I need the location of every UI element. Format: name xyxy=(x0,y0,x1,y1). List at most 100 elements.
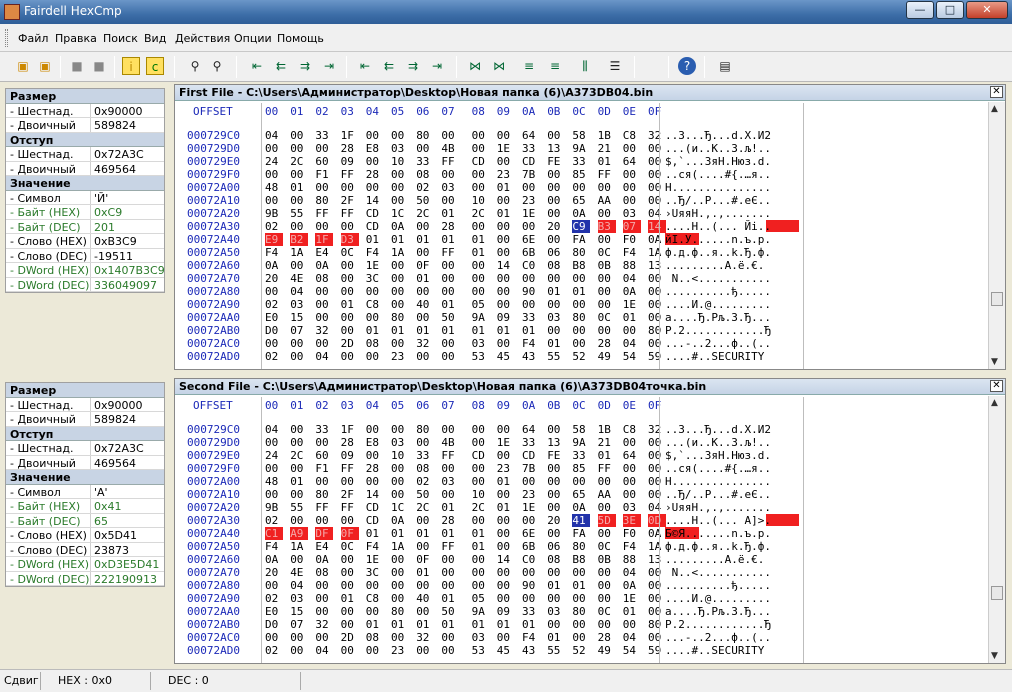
hex-byte[interactable]: 00 xyxy=(497,194,515,207)
close-button[interactable]: ✕ xyxy=(966,1,1008,19)
hex-byte[interactable]: 00 xyxy=(572,324,590,337)
hex-byte[interactable]: 00 xyxy=(441,129,459,142)
hex-byte[interactable]: 04 xyxy=(290,579,308,592)
hex-byte[interactable]: 08 xyxy=(547,259,565,272)
hex-byte[interactable]: 32 xyxy=(416,337,434,350)
hex-byte[interactable]: 00 xyxy=(547,324,565,337)
hex-byte[interactable]: E8 xyxy=(366,436,384,449)
hex-byte[interactable]: 00 xyxy=(522,181,540,194)
report-icon[interactable]: ▤ xyxy=(716,57,734,75)
hex-byte[interactable]: 01 xyxy=(341,298,359,311)
hex-byte[interactable]: 01 xyxy=(416,618,434,631)
hex-byte[interactable]: 00 xyxy=(416,579,434,592)
hex-byte[interactable]: 40 xyxy=(416,592,434,605)
hex-byte[interactable]: 00 xyxy=(648,579,666,592)
hex-byte[interactable]: 00 xyxy=(290,142,308,155)
hex-byte[interactable]: 00 xyxy=(366,644,384,657)
maximize-button[interactable]: □ xyxy=(936,1,964,19)
hex-byte[interactable]: 03 xyxy=(547,605,565,618)
hex-byte[interactable]: 80 xyxy=(572,540,590,553)
hex-byte[interactable]: 01 xyxy=(416,324,434,337)
ascii-text[interactable]: N..<........... xyxy=(665,566,771,579)
hex-byte[interactable]: 0F xyxy=(416,259,434,272)
hex-byte[interactable]: 00 xyxy=(366,423,384,436)
hex-byte[interactable]: 7B xyxy=(522,168,540,181)
hex-byte[interactable]: 28 xyxy=(598,631,616,644)
hex-byte[interactable]: 00 xyxy=(623,168,641,181)
hex-byte[interactable]: 33 xyxy=(416,155,434,168)
hex-byte[interactable]: 00 xyxy=(648,194,666,207)
hex-byte[interactable]: 00 xyxy=(572,181,590,194)
hex-byte[interactable]: 00 xyxy=(623,142,641,155)
hex-byte[interactable]: 4E xyxy=(290,272,308,285)
hex-byte[interactable]: 01 xyxy=(366,527,384,540)
hex-byte[interactable]: 00 xyxy=(472,566,490,579)
hex-byte[interactable]: 03 xyxy=(623,501,641,514)
hex-byte[interactable]: 00 xyxy=(341,566,359,579)
hex-byte[interactable]: 0A xyxy=(648,527,666,540)
ascii-text[interactable]: ..........ђ..... xyxy=(665,579,771,592)
hex-byte[interactable]: 00 xyxy=(572,337,590,350)
hex-byte[interactable]: 00 xyxy=(265,631,283,644)
hex-byte[interactable]: 00 xyxy=(441,272,459,285)
hex-byte[interactable]: FF xyxy=(441,449,459,462)
hex-byte[interactable]: 02 xyxy=(265,298,283,311)
hex-byte[interactable]: 80 xyxy=(391,605,409,618)
hex-byte[interactable]: 00 xyxy=(623,181,641,194)
hex-byte[interactable]: F1 xyxy=(315,462,333,475)
hex-byte[interactable]: 00 xyxy=(623,488,641,501)
hex-byte[interactable]: 00 xyxy=(290,423,308,436)
hex-byte[interactable]: 04 xyxy=(648,207,666,220)
hex-byte[interactable]: 00 xyxy=(648,436,666,449)
hex-byte[interactable]: 00 xyxy=(497,449,515,462)
hex-byte[interactable]: 00 xyxy=(290,644,308,657)
hex-byte[interactable]: 80 xyxy=(572,605,590,618)
hex-row[interactable]: 000729D0 00 00 00 28 E8 03 00 4B 00 1E 33 13 9A 21 00 00… xyxy=(175,436,985,449)
hex-byte[interactable]: 00 xyxy=(623,436,641,449)
hex-byte[interactable]: 41 xyxy=(572,514,591,527)
hex-byte[interactable]: 00 xyxy=(497,129,515,142)
hex-byte[interactable]: 00 xyxy=(441,168,459,181)
hex-byte[interactable]: 07 xyxy=(290,618,308,631)
hex-byte[interactable]: 13 xyxy=(547,436,565,449)
hex-byte[interactable]: 00 xyxy=(265,168,283,181)
hex-byte[interactable]: 00 xyxy=(391,259,409,272)
hex-byte[interactable]: 00 xyxy=(497,631,515,644)
hex-byte[interactable]: 04 xyxy=(648,501,666,514)
hex-byte[interactable]: 00 xyxy=(416,285,434,298)
hex-byte[interactable]: 00 xyxy=(522,272,540,285)
hex-row[interactable]: 000729F0 00 00 F1 FF 28 00 08 00 00 23 7B 00 85 FF 00 00… xyxy=(175,168,985,181)
hex-byte[interactable]: 02 xyxy=(265,220,283,233)
hex-byte[interactable]: C0 xyxy=(522,259,540,272)
hex-byte[interactable]: 0A xyxy=(315,553,333,566)
last-difference-icon[interactable]: ⇥ xyxy=(320,57,338,75)
hex-byte[interactable]: 00 xyxy=(497,566,515,579)
hex-byte[interactable]: 1E xyxy=(366,259,384,272)
hex-byte[interactable]: AA xyxy=(598,488,616,501)
hex-byte[interactable]: 00 xyxy=(598,298,616,311)
hex-byte[interactable]: 90 xyxy=(522,285,540,298)
hex-byte[interactable]: 23 xyxy=(522,488,540,501)
hex-byte[interactable]: 10 xyxy=(391,155,409,168)
hex-byte[interactable]: 00 xyxy=(598,592,616,605)
hex-byte[interactable]: FF xyxy=(315,207,333,220)
hex-byte[interactable]: 01 xyxy=(441,207,459,220)
hex-byte[interactable]: 28 xyxy=(341,436,359,449)
hex-byte[interactable]: B8 xyxy=(572,259,590,272)
hex-byte[interactable]: 08 xyxy=(366,631,384,644)
hex-byte[interactable]: 02 xyxy=(265,592,283,605)
hex-byte[interactable]: 00 xyxy=(366,475,384,488)
hex-byte[interactable]: 00 xyxy=(441,579,459,592)
info-icon[interactable]: i xyxy=(122,57,140,75)
hex-byte[interactable]: 1E xyxy=(522,501,540,514)
hex-byte[interactable]: 00 xyxy=(472,475,490,488)
columns-icon[interactable]: ⫼ xyxy=(576,57,594,75)
hex-byte[interactable]: 00 xyxy=(416,436,434,449)
hex-byte[interactable]: 14 xyxy=(366,488,384,501)
hex-byte[interactable]: 64 xyxy=(522,129,540,142)
hex-byte[interactable]: 00 xyxy=(441,285,459,298)
ascii-text[interactable]: ..3...Ђ...d.X.И2 xyxy=(665,423,771,436)
hex-byte[interactable]: CD xyxy=(472,155,490,168)
ascii-text[interactable]: Р.2............Ђ xyxy=(665,324,771,337)
hex-byte[interactable]: 00 xyxy=(265,579,283,592)
